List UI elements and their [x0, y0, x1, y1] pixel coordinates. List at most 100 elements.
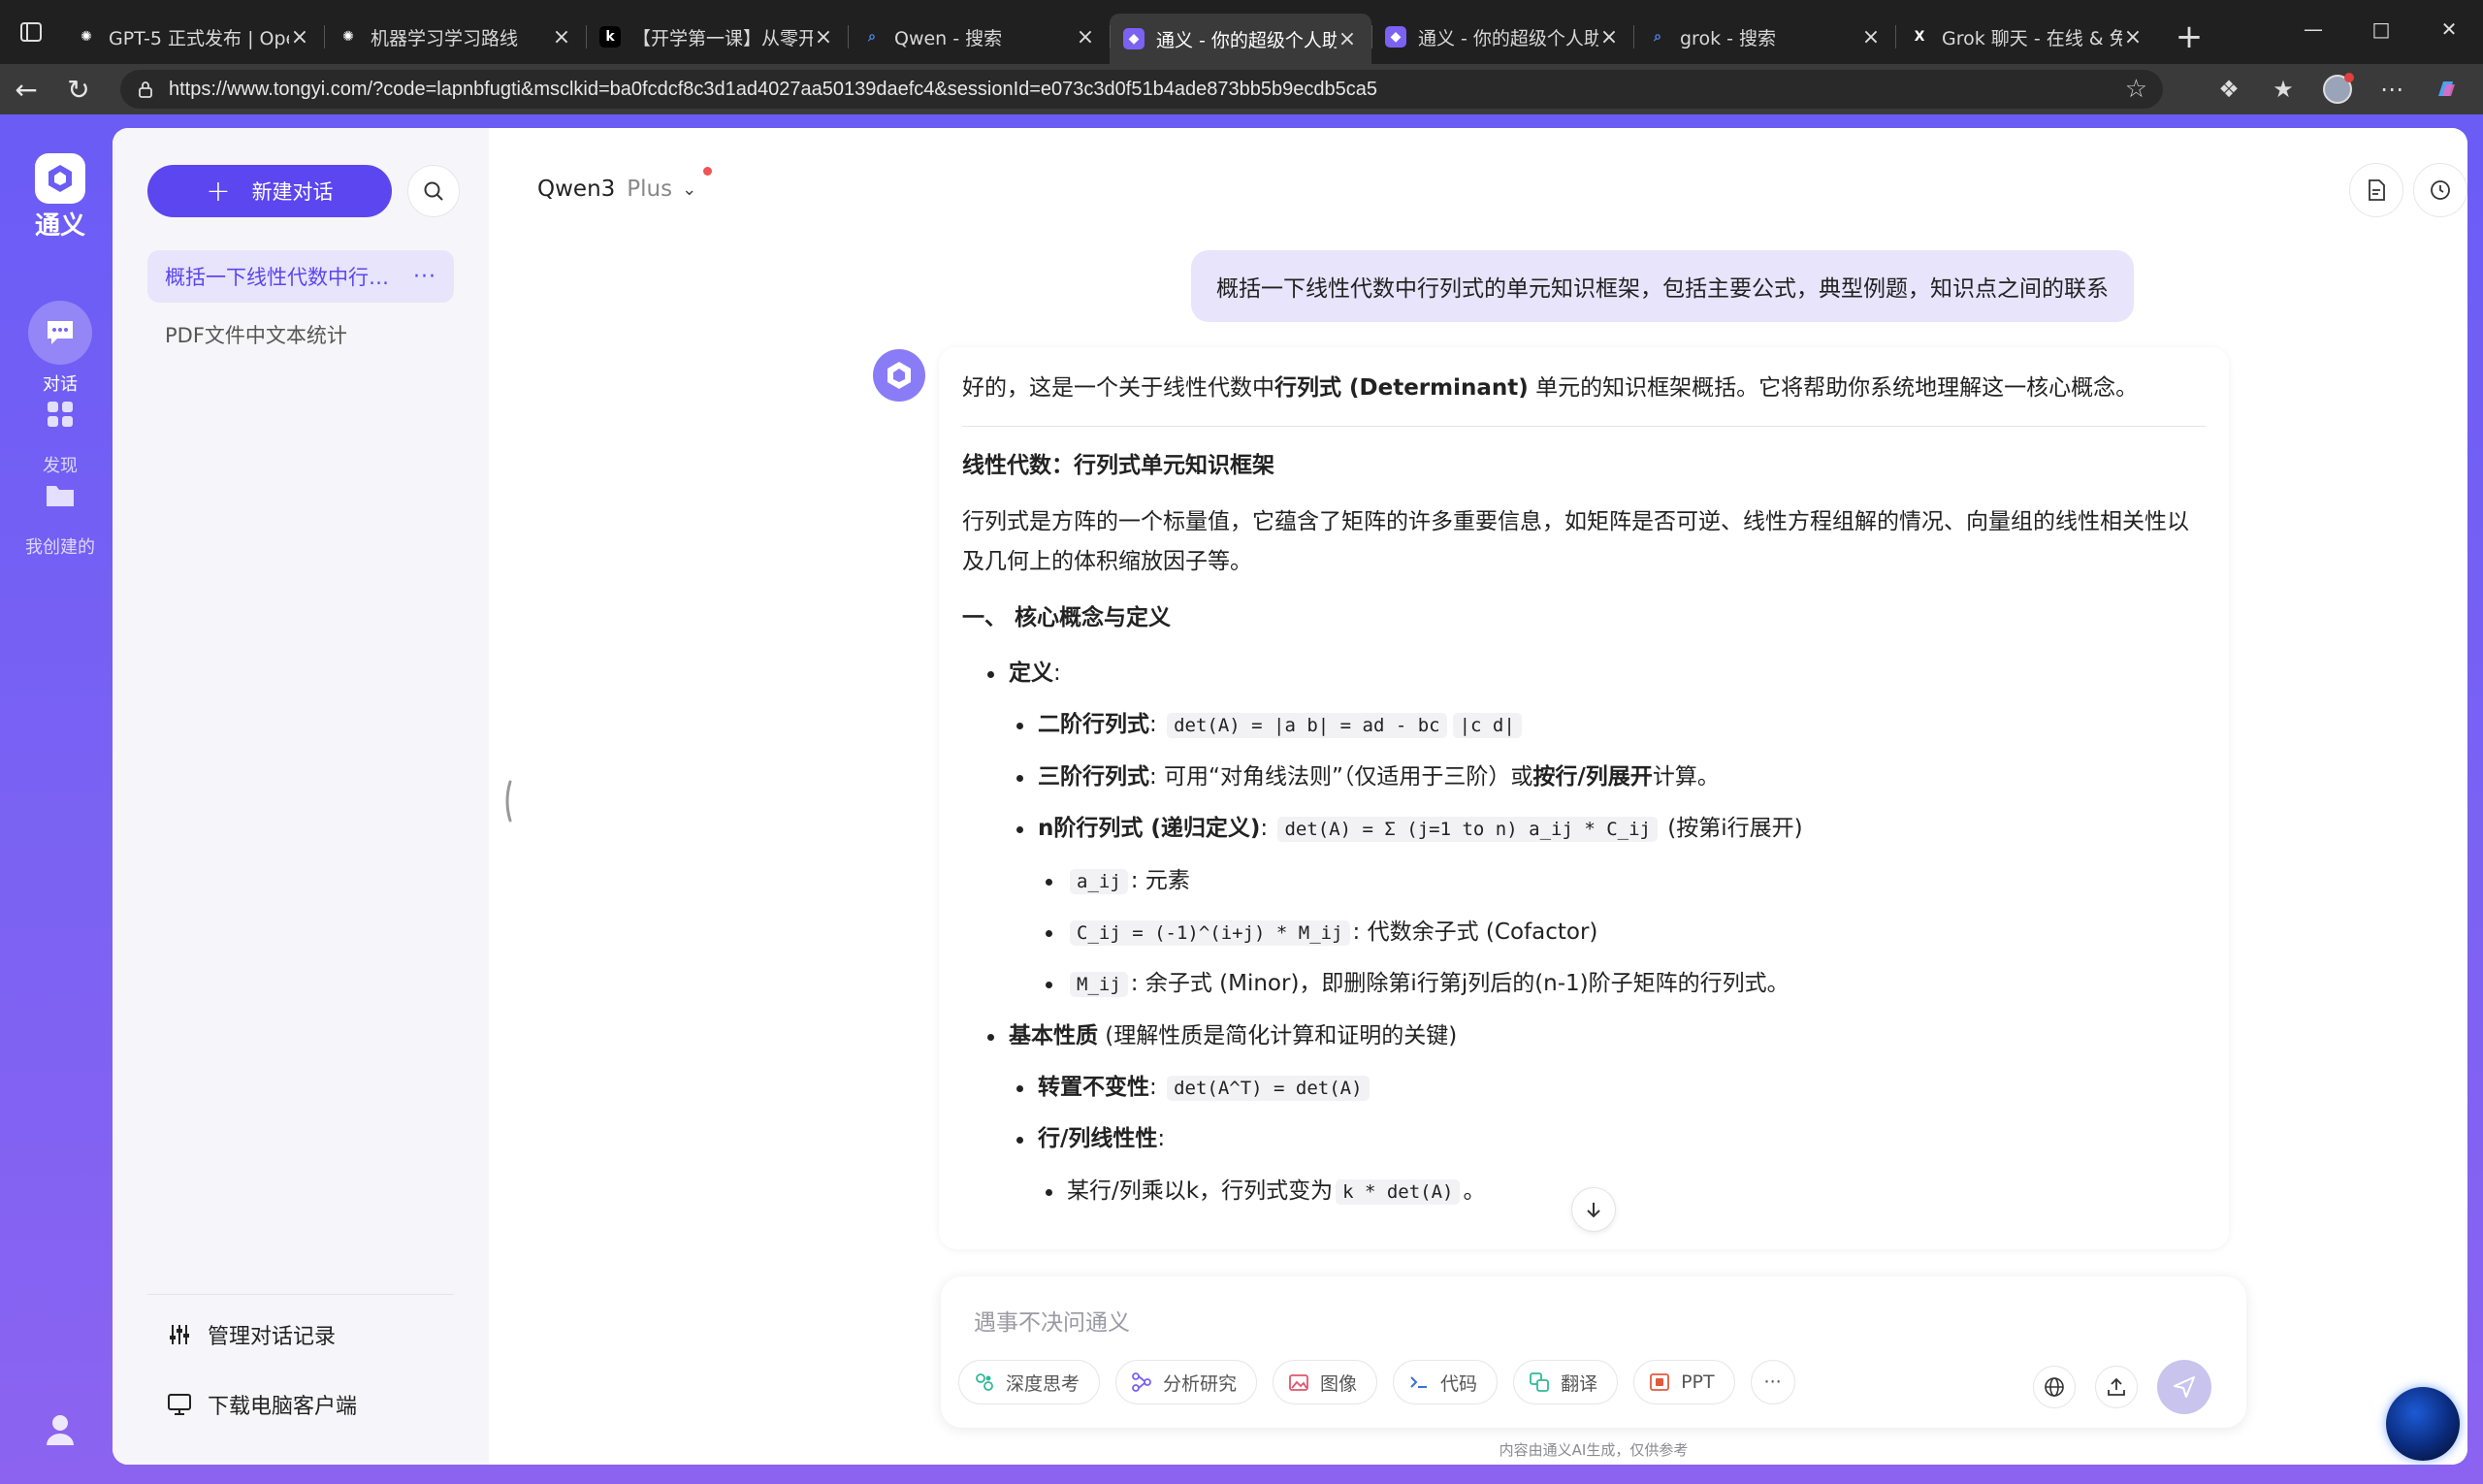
tab-title: 通义 - 你的超级个人助	[1418, 27, 1598, 49]
copilot-icon[interactable]	[2419, 64, 2473, 114]
model-name: Qwen3	[537, 177, 616, 202]
tab-title: grok - 搜索	[1680, 27, 1777, 49]
translate-chip[interactable]: 翻译	[1513, 1360, 1619, 1404]
download-client-link[interactable]: 下载电脑客户端	[167, 1389, 357, 1420]
more-tools-button[interactable]: ···	[1750, 1360, 1795, 1404]
tab-title: 通义 - 你的超级个人助	[1156, 29, 1337, 51]
translate-icon	[1530, 1372, 1549, 1392]
ai-disclaimer: 内容由通义AI生成，仅供参考	[1499, 1441, 1689, 1459]
monitor-icon	[168, 1394, 191, 1415]
history-clock-button[interactable]	[2413, 163, 2467, 217]
arrow-down-icon	[1587, 1203, 1600, 1218]
close-tab-icon[interactable]: ×	[1337, 27, 1358, 51]
close-tab-icon[interactable]: ×	[1075, 25, 1096, 49]
browser-tab[interactable]: ⌕ grok - 搜索 ×	[1633, 14, 1895, 60]
floating-assistant-orb-icon[interactable]	[2386, 1387, 2460, 1461]
browser-menu-icon[interactable]: ⋯	[2365, 64, 2419, 114]
history-item[interactable]: 概括一下线性代数中行… ···	[147, 250, 454, 303]
assistant-avatar-icon	[873, 349, 925, 402]
sliders-icon	[170, 1325, 189, 1344]
notification-dot	[703, 167, 713, 176]
list-item: 转置不变性: det(A^T) = det(A)	[962, 1068, 2206, 1108]
web-search-toggle[interactable]	[2033, 1366, 2076, 1408]
window-controls: — □ ✕	[2279, 0, 2483, 58]
manage-history-link[interactable]: 管理对话记录	[167, 1319, 336, 1350]
research-chip[interactable]: 分析研究	[1115, 1360, 1258, 1404]
close-tab-icon[interactable]: ×	[289, 25, 310, 49]
browser-tab[interactable]: ✺ 机器学习学习路线 ×	[324, 14, 586, 60]
lock-icon	[139, 81, 152, 98]
download-client-label: 下载电脑客户端	[208, 1395, 358, 1419]
tab-title: 【开学第一课】从零开	[632, 27, 813, 49]
close-tab-icon[interactable]: ×	[1598, 25, 1620, 49]
globe-icon	[2045, 1377, 2064, 1397]
document-button[interactable]	[2349, 163, 2403, 217]
user-message-bubble: 概括一下线性代数中行列式的单元知识框架，包括主要公式，典型例题，知识点之间的联系	[1191, 250, 2134, 322]
tongyi-icon: ◆	[1385, 26, 1406, 48]
grid-icon	[48, 402, 73, 427]
url-text: https://www.tongyi.com/?code=lapnbfugti&…	[169, 78, 1377, 100]
back-button[interactable]: ←	[0, 64, 52, 114]
grok-icon: X	[1914, 29, 1925, 45]
tool-chips: 深度思考 分析研究 图像 代码 翻译 PPT ···	[958, 1360, 1811, 1404]
ppt-chip[interactable]: PPT	[1633, 1360, 1735, 1404]
user-message-text: 概括一下线性代数中行列式的单元知识框架，包括主要公式，典型例题，知识点之间的联系	[1216, 276, 2109, 302]
favorites-icon[interactable]: ★	[2256, 64, 2310, 114]
close-tab-icon[interactable]: ×	[2122, 25, 2144, 49]
browser-tab-bar: ✺ GPT-5 正式发布 | Oper × ✺ 机器学习学习路线 × k 【开学第一课】从零开…	[0, 0, 2483, 64]
message-input[interactable]: 遇事不决问通义	[974, 1304, 1130, 1337]
reload-button[interactable]: ↻	[52, 64, 105, 114]
list-item: 行/列线性性:	[962, 1119, 2206, 1159]
list-item: M_ij: 余子式 (Minor)，即删除第i行第j列后的(n-1)阶子矩阵的行…	[962, 964, 2206, 1004]
conversation-sidebar: + 新建对话 概括一下线性代数中行… ··· PDF文件中文本统计 管理对话记录…	[113, 128, 489, 1465]
chat-main: Qwen3 Plus ⌄ 概括一下线性代数中行列式的单元知识框架，包括主要公式，…	[489, 128, 2467, 1465]
close-tab-icon[interactable]: ×	[551, 25, 572, 49]
model-selector[interactable]: Qwen3 Plus ⌄	[537, 167, 713, 202]
upload-button[interactable]	[2095, 1366, 2138, 1408]
code-chip[interactable]: 代码	[1393, 1360, 1499, 1404]
profile-avatar[interactable]	[2310, 64, 2365, 114]
new-chat-button[interactable]: + 新建对话	[147, 165, 392, 217]
close-tab-icon[interactable]: ×	[813, 25, 834, 49]
browser-tab[interactable]: ◆ 通义 - 你的超级个人助 ×	[1110, 14, 1371, 64]
extensions-icon[interactable]: ❖	[2202, 64, 2256, 114]
history-item[interactable]: PDF文件中文本统计	[147, 308, 454, 361]
image-chip[interactable]: 图像	[1273, 1360, 1378, 1404]
tab-title: 机器学习学习路线	[371, 27, 519, 49]
rail-item-label: 我创建的	[25, 537, 95, 558]
document-icon	[2369, 179, 2385, 201]
tab-title: Grok 聊天 - 在线 & 免	[1942, 27, 2122, 49]
send-button[interactable]	[2157, 1360, 2211, 1414]
chevron-down-icon: ⌄	[682, 178, 697, 200]
more-options-icon[interactable]: ···	[413, 265, 436, 289]
model-tier: Plus	[627, 177, 673, 202]
maximize-button[interactable]: □	[2347, 0, 2415, 58]
tongyi-logo-icon[interactable]	[35, 153, 85, 204]
close-window-button[interactable]: ✕	[2415, 0, 2483, 58]
browser-tab[interactable]: ⌕ Qwen - 搜索 ×	[848, 14, 1110, 60]
browser-tab[interactable]: k 【开学第一课】从零开 ×	[586, 14, 848, 60]
ppt-icon	[1650, 1373, 1669, 1391]
browser-tab[interactable]: X Grok 聊天 - 在线 & 免 ×	[1895, 14, 2157, 60]
search-icon: ⌕	[868, 29, 876, 45]
browser-tab[interactable]: ✺ GPT-5 正式发布 | Oper ×	[62, 14, 324, 60]
search-history-button[interactable]	[407, 165, 460, 217]
deep-think-chip[interactable]: 深度思考	[958, 1360, 1101, 1404]
chatgpt-icon: ✺	[342, 29, 354, 45]
favorite-star-icon[interactable]: ☆	[2125, 75, 2147, 104]
list-item: C_ij = (-1)^(i+j) * M_ij: 代数余子式 (Cofacto…	[962, 913, 2206, 952]
content-panel: + 新建对话 概括一下线性代数中行… ··· PDF文件中文本统计 管理对话记录…	[113, 128, 2467, 1465]
minimize-button[interactable]: —	[2279, 0, 2347, 58]
scroll-to-bottom-button[interactable]	[1571, 1187, 1616, 1232]
address-bar[interactable]: https://www.tongyi.com/?code=lapnbfugti&…	[120, 70, 2163, 109]
rail-item-created[interactable]: 我创建的	[0, 464, 120, 559]
sidebar-collapse-handle[interactable]	[500, 780, 514, 823]
browser-tab[interactable]: ◆ 通义 - 你的超级个人助 ×	[1371, 14, 1633, 60]
tab-actions-icon[interactable]	[0, 0, 62, 64]
new-tab-button[interactable]: +	[2165, 14, 2213, 60]
close-tab-icon[interactable]: ×	[1860, 25, 1882, 49]
list-item: 基本性质 (理解性质是简化计算和证明的关键)	[962, 1016, 2206, 1056]
image-icon	[1289, 1374, 1308, 1391]
user-avatar-icon[interactable]	[39, 1408, 81, 1451]
new-chat-label: 新建对话	[251, 180, 334, 204]
